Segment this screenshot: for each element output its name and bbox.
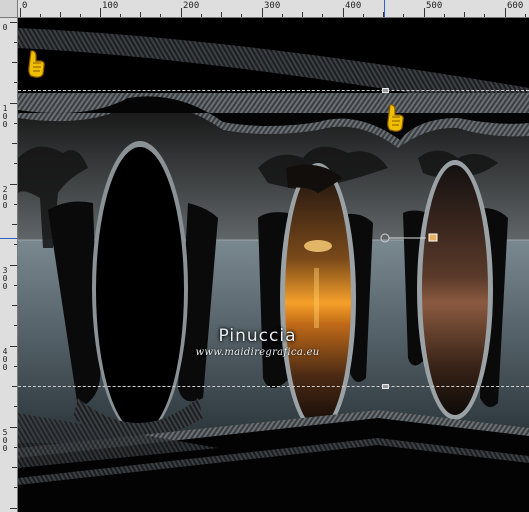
ruler-label: 500 xyxy=(2,428,8,453)
artwork xyxy=(18,18,529,512)
horizontal-guide[interactable] xyxy=(18,90,529,91)
pointer-hand-icon[interactable] xyxy=(25,49,47,79)
ruler-label: 200 xyxy=(183,1,200,11)
ruler-label: 400 xyxy=(345,1,362,11)
watermark-name: Pinuccia xyxy=(218,326,297,346)
ruler-label: 500 xyxy=(426,1,443,11)
image-canvas[interactable]: Pinuccia www.maidiregrafica.eu xyxy=(18,18,529,512)
pointer-hand-icon[interactable] xyxy=(384,103,406,133)
ruler-label: 400 xyxy=(2,347,8,372)
guide-handle-icon[interactable] xyxy=(382,88,389,93)
watermark-url: www.maidiregrafica.eu xyxy=(195,347,320,358)
horizontal-ruler[interactable]: 0 100 200 300 400 500 600 xyxy=(0,0,529,18)
ruler-label: 0 xyxy=(22,1,28,11)
ruler-label: 200 xyxy=(2,185,8,210)
ruler-corner xyxy=(0,0,18,18)
ruler-label: 300 xyxy=(2,266,8,291)
ruler-label: 300 xyxy=(264,1,281,11)
ruler-label: 0 xyxy=(2,23,8,32)
ruler-label: 100 xyxy=(102,1,119,11)
guide-handle-icon[interactable] xyxy=(382,384,389,389)
ruler-label: 100 xyxy=(2,104,8,129)
horizontal-guide[interactable] xyxy=(18,386,529,387)
ruler-label: 600 xyxy=(507,1,524,11)
vertical-ruler[interactable]: 0 100 200 300 400 500 xyxy=(0,18,18,512)
